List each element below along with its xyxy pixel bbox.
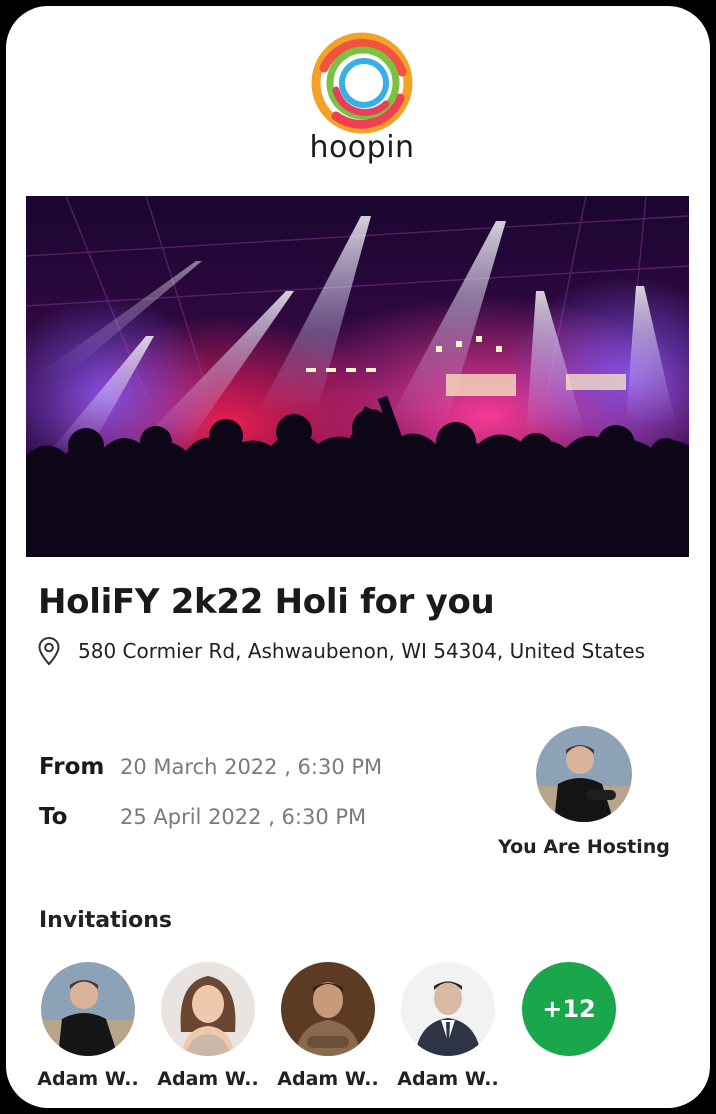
- invitee-item[interactable]: Adam W..: [396, 962, 500, 1090]
- to-label: To: [39, 804, 68, 830]
- invitee-avatar: [401, 962, 495, 1056]
- invitations-title: Invitations: [39, 908, 173, 933]
- brand-name: hoopin: [309, 130, 415, 165]
- from-label: From: [39, 754, 105, 780]
- date-to-row: To 25 April 2022 , 6:30 PM: [39, 804, 366, 830]
- host-section[interactable]: You Are Hosting: [496, 726, 672, 858]
- invitee-avatar: [281, 962, 375, 1056]
- host-label: You Are Hosting: [498, 836, 670, 858]
- event-card: hoopin HoliFY 2k22 Holi for you 580 Corm…: [6, 6, 710, 1108]
- date-from-row: From 20 March 2022 , 6:30 PM: [39, 754, 382, 780]
- invitee-avatar: [41, 962, 135, 1056]
- invitee-name: Adam W..: [37, 1068, 139, 1090]
- more-invitees-button[interactable]: +12: [522, 962, 616, 1056]
- location-text: 580 Cormier Rd, Ashwaubenon, WI 54304, U…: [78, 639, 646, 663]
- to-value: 25 April 2022 , 6:30 PM: [120, 805, 367, 829]
- invitee-item[interactable]: Adam W..: [36, 962, 140, 1090]
- invitee-avatar: [161, 962, 255, 1056]
- invitee-item[interactable]: Adam W..: [156, 962, 260, 1090]
- phone-frame: hoopin HoliFY 2k22 Holi for you 580 Corm…: [0, 0, 716, 1114]
- event-cover-image: [26, 196, 689, 557]
- invitee-name: Adam W..: [397, 1068, 499, 1090]
- host-avatar: [536, 726, 632, 822]
- brand-logo: hoopin: [306, 28, 418, 168]
- invitee-name: Adam W..: [157, 1068, 259, 1090]
- event-location[interactable]: 580 Cormier Rd, Ashwaubenon, WI 54304, U…: [36, 636, 645, 666]
- invitee-name: Adam W..: [277, 1068, 379, 1090]
- invitee-item[interactable]: Adam W..: [276, 962, 380, 1090]
- location-pin-icon: [38, 636, 60, 666]
- hoopin-swirl-logo-icon: [311, 32, 413, 134]
- from-value: 20 March 2022 , 6:30 PM: [120, 755, 383, 779]
- event-title: HoliFY 2k22 Holi for you: [38, 582, 495, 622]
